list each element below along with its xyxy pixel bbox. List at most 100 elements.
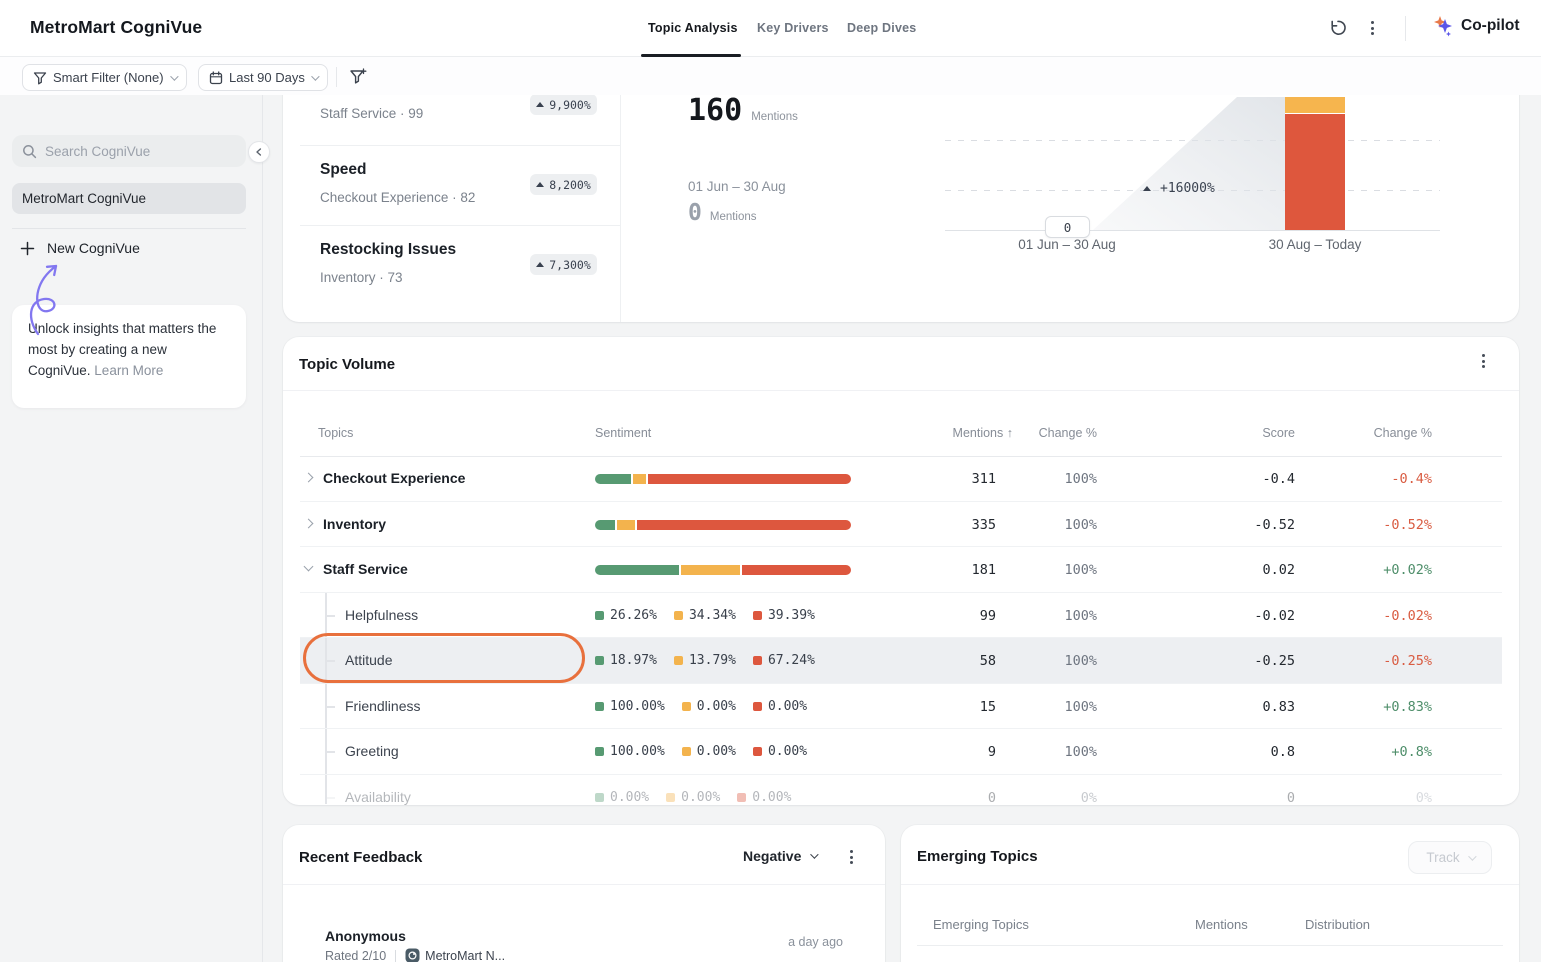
score-value: 0.83 bbox=[1262, 699, 1295, 715]
score-value: -0.02 bbox=[1254, 608, 1295, 624]
x-axis-label: 30 Aug – Today bbox=[1225, 237, 1405, 252]
column-header-sentiment: Sentiment bbox=[595, 426, 651, 440]
search-icon bbox=[22, 144, 37, 159]
score-value: -0.4 bbox=[1262, 471, 1295, 487]
column-header-emerging-topics: Emerging Topics bbox=[933, 917, 1029, 932]
feedback-filter-dropdown[interactable]: Negative bbox=[743, 848, 816, 864]
chevron-down-icon bbox=[1468, 852, 1476, 860]
table-row-helpfulness[interactable]: Helpfulness 26.26% 34.34% 39.39% 99 100%… bbox=[283, 593, 1519, 638]
table-row-checkout-experience[interactable]: Checkout Experience 311 100% -0.4 -0.4% bbox=[283, 456, 1519, 501]
divider bbox=[336, 67, 337, 87]
score-value: -0.25 bbox=[1254, 653, 1295, 669]
chevron-right-icon[interactable] bbox=[304, 473, 314, 483]
add-filter-icon[interactable] bbox=[349, 68, 367, 86]
app-window: Staff Service · 99 9,900% Speed Checkout… bbox=[0, 0, 1541, 962]
feedback-author: Anonymous bbox=[325, 928, 406, 944]
mentions-value: 311 bbox=[972, 471, 996, 487]
tab-key-drivers[interactable]: Key Drivers bbox=[757, 21, 829, 35]
card-title: Topic Volume bbox=[299, 356, 395, 373]
smart-filter-dropdown[interactable]: Smart Filter (None) bbox=[22, 64, 187, 91]
trending-subtitle: Inventory · 73 bbox=[320, 270, 403, 285]
mentions-label: Mentions bbox=[751, 111, 798, 123]
mentions-stat-current: 160 Mentions bbox=[688, 95, 798, 128]
filter-funnel-icon bbox=[33, 71, 47, 85]
divider bbox=[300, 225, 620, 226]
table-row-friendliness[interactable]: Friendliness 100.00% 0.00% 0.00% 15 100%… bbox=[283, 684, 1519, 729]
change-value: 100% bbox=[1064, 744, 1097, 760]
mentions-value: 58 bbox=[980, 653, 996, 669]
chevron-right-icon[interactable] bbox=[304, 519, 314, 529]
calendar-icon bbox=[209, 71, 223, 85]
x-axis-label: 01 Jun – 30 Aug bbox=[977, 237, 1157, 252]
negative-square-icon bbox=[753, 747, 762, 756]
subtopic-name: Helpfulness bbox=[345, 607, 418, 623]
subtopic-name: Greeting bbox=[345, 743, 399, 759]
score-change-value: +0.02% bbox=[1383, 562, 1432, 578]
copilot-sparkle-icon bbox=[1433, 15, 1453, 37]
positive-square-icon bbox=[595, 747, 604, 756]
active-tab-underline bbox=[641, 54, 741, 57]
table-row-greeting[interactable]: Greeting 100.00% 0.00% 0.00% 9 100% 0.8 … bbox=[283, 729, 1519, 774]
table-row-availability[interactable]: Availability 0.00% 0.00% 0.00% 0 0% 0 0% bbox=[283, 775, 1519, 805]
filter-bar: Smart Filter (None) Last 90 Days bbox=[0, 57, 1541, 95]
sentiment-legend: 100.00% 0.00% 0.00% bbox=[595, 744, 807, 759]
card-title: Recent Feedback bbox=[299, 849, 422, 866]
feedback-rating: Rated 2/10 bbox=[325, 949, 386, 962]
column-header-distribution: Distribution bbox=[1305, 917, 1370, 932]
search-field[interactable] bbox=[45, 144, 225, 159]
chevron-down-icon bbox=[311, 72, 319, 80]
tree-tick bbox=[325, 797, 335, 799]
hand-drawn-arrow-doodle bbox=[22, 256, 66, 336]
column-header-topics: Topics bbox=[318, 426, 353, 440]
sort-ascending-icon: ↑ bbox=[1007, 426, 1013, 440]
column-header-score[interactable]: Score bbox=[1262, 426, 1295, 440]
positive-square-icon bbox=[595, 702, 604, 711]
new-cognivue-button[interactable]: New CogniVue bbox=[20, 240, 140, 256]
triangle-up-icon bbox=[536, 262, 544, 267]
chevron-down-icon[interactable] bbox=[304, 562, 314, 572]
refresh-icon[interactable] bbox=[1328, 18, 1348, 38]
change-value: 100% bbox=[1064, 653, 1097, 669]
kebab-menu-icon[interactable] bbox=[850, 850, 853, 864]
mentions-value: 335 bbox=[972, 517, 996, 533]
table-row-staff-service[interactable]: Staff Service 181 100% 0.02 +0.02% bbox=[283, 547, 1519, 592]
kebab-menu-icon[interactable] bbox=[1371, 21, 1374, 35]
column-header-score-change[interactable]: Change % bbox=[1374, 426, 1432, 440]
kebab-menu-icon[interactable] bbox=[1482, 354, 1485, 368]
divider bbox=[917, 945, 1503, 946]
source-app-icon bbox=[405, 948, 420, 962]
sentiment-legend: 0.00% 0.00% 0.00% bbox=[595, 790, 791, 805]
change-value: 100% bbox=[1064, 608, 1097, 624]
top-header: MetroMart CogniVue Topic Analysis Key Dr… bbox=[0, 0, 1541, 57]
score-change-value: -0.25% bbox=[1383, 653, 1432, 669]
change-value: 100% bbox=[1064, 699, 1097, 715]
neutral-square-icon bbox=[674, 611, 683, 620]
tab-deep-dives[interactable]: Deep Dives bbox=[847, 21, 916, 35]
app-title: MetroMart CogniVue bbox=[30, 17, 202, 38]
mentions-value: 99 bbox=[980, 608, 996, 624]
change-value: 100% bbox=[1064, 517, 1097, 533]
copilot-button[interactable]: Co-pilot bbox=[1433, 15, 1520, 37]
date-range-dropdown[interactable]: Last 90 Days bbox=[198, 64, 328, 91]
search-input[interactable] bbox=[12, 135, 246, 167]
triangle-up-icon bbox=[536, 182, 544, 187]
sentiment-bar bbox=[595, 520, 851, 530]
mentions-bar[interactable] bbox=[1285, 97, 1345, 230]
track-button[interactable]: Track bbox=[1408, 841, 1492, 874]
tab-topic-analysis[interactable]: Topic Analysis bbox=[648, 21, 738, 35]
divider bbox=[300, 145, 620, 146]
sentiment-bar bbox=[595, 565, 851, 575]
sidebar-item-workspace[interactable]: MetroMart CogniVue bbox=[12, 183, 246, 214]
table-row-inventory[interactable]: Inventory 335 100% -0.52 -0.52% bbox=[283, 502, 1519, 547]
score-change-value: 0% bbox=[1416, 790, 1432, 805]
sidebar-collapse-button[interactable] bbox=[248, 141, 270, 163]
column-header-mentions[interactable]: Mentions ↑ bbox=[953, 426, 1013, 440]
column-header-change[interactable]: Change % bbox=[1039, 426, 1097, 440]
mentions-value: 9 bbox=[988, 744, 996, 760]
change-badge: 8,200% bbox=[530, 174, 597, 195]
learn-more-link[interactable]: Learn More bbox=[94, 363, 163, 378]
feedback-source: MetroMart N... bbox=[405, 948, 505, 962]
mentions-value: 160 bbox=[688, 95, 742, 128]
previous-mentions-value: 0 bbox=[688, 200, 702, 226]
divider bbox=[395, 950, 396, 962]
